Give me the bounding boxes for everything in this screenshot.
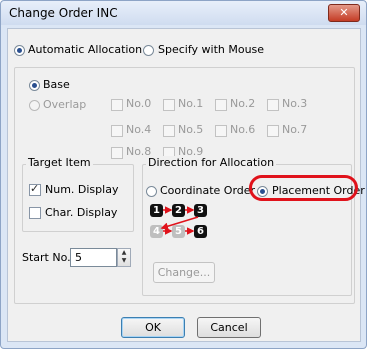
overlap-no5-label: No.5 xyxy=(178,123,204,136)
target-item-title: Target Item xyxy=(26,156,93,169)
order-arrows xyxy=(160,206,199,235)
overlap-radio xyxy=(29,100,40,111)
overlap-no8-checkbox xyxy=(111,147,123,159)
change-button: Change... xyxy=(153,262,215,283)
overlap-no4-label: No.4 xyxy=(126,123,152,136)
base-label[interactable]: Base xyxy=(43,78,70,91)
overlap-label: Overlap xyxy=(43,98,87,111)
direction-title: Direction for Allocation xyxy=(146,156,277,169)
overlap-no2-label: No.2 xyxy=(230,97,256,110)
target-item-group xyxy=(22,164,134,232)
coordinate-order-radio[interactable] xyxy=(146,186,157,197)
overlap-no4-checkbox xyxy=(111,125,123,137)
overlap-no1-checkbox xyxy=(163,99,175,111)
overlap-no6-checkbox xyxy=(215,125,227,137)
char-display-label[interactable]: Char. Display xyxy=(45,206,117,219)
overlap-no0-checkbox xyxy=(111,99,123,111)
num-display-checkbox[interactable] xyxy=(29,182,41,196)
close-button[interactable]: ✕ xyxy=(328,4,360,22)
dialog-window: Change Order INC ✕ Automatic Allocation … xyxy=(0,0,367,349)
automatic-allocation-label[interactable]: Automatic Allocation xyxy=(28,43,142,56)
overlap-no2-checkbox xyxy=(215,99,227,111)
specify-with-mouse-label[interactable]: Specify with Mouse xyxy=(158,43,264,56)
specify-with-mouse-radio[interactable] xyxy=(143,45,154,56)
start-no-spinner[interactable]: ▲ ▼ xyxy=(117,248,131,267)
cancel-button[interactable]: Cancel xyxy=(197,317,261,338)
overlap-no7-label: No.7 xyxy=(282,123,308,136)
char-display-checkbox[interactable] xyxy=(29,207,41,219)
overlap-no3-checkbox xyxy=(267,99,279,111)
start-no-label: Start No. xyxy=(22,251,71,264)
overlap-no5-checkbox xyxy=(163,125,175,137)
num-display-label[interactable]: Num. Display xyxy=(45,183,118,196)
order-preview: 1 2 3 4 5 6 xyxy=(146,201,222,251)
placement-order-highlight xyxy=(249,175,358,201)
overlap-no6-label: No.6 xyxy=(230,123,256,136)
base-radio[interactable] xyxy=(29,80,40,91)
overlap-no3-label: No.3 xyxy=(282,97,308,110)
start-no-input[interactable]: 5 xyxy=(70,248,117,267)
coordinate-order-label[interactable]: Coordinate Order xyxy=(160,184,255,197)
dialog-title: Change Order INC xyxy=(9,6,118,20)
overlap-no0-label: No.0 xyxy=(126,97,152,110)
ok-button[interactable]: OK xyxy=(121,317,185,338)
overlap-no1-label: No.1 xyxy=(178,97,204,110)
overlap-no7-checkbox xyxy=(267,125,279,137)
automatic-allocation-radio[interactable] xyxy=(14,45,25,56)
title-bar[interactable]: Change Order INC ✕ xyxy=(1,1,366,25)
dialog-client: Automatic Allocation Specify with Mouse … xyxy=(7,28,365,342)
